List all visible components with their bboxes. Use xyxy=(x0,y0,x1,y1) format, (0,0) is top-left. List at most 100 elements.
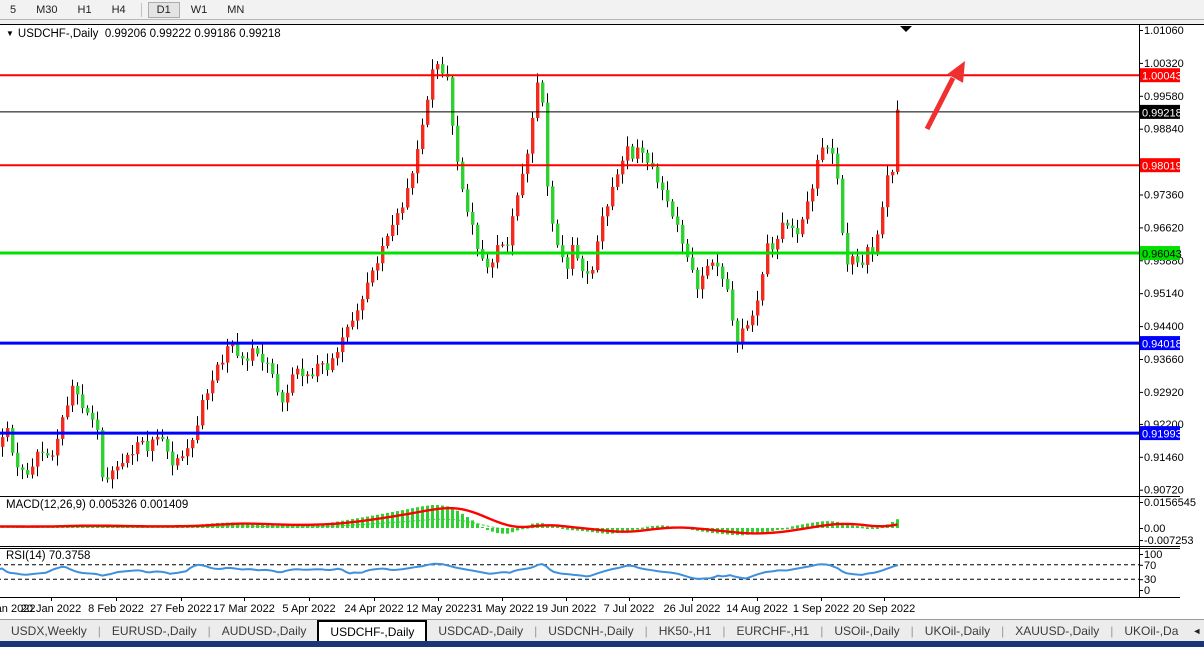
timeframe-button-h4[interactable]: H4 xyxy=(103,2,135,18)
macd-name: MACD(12,26,9) xyxy=(6,499,86,511)
candle-body xyxy=(341,337,344,352)
date-label[interactable]: 1 Sep 2022 xyxy=(793,603,849,615)
date-label[interactable]: 12 May 2022 xyxy=(406,603,470,615)
macd-histogram-bar xyxy=(511,528,514,532)
macd-histogram-bar xyxy=(466,517,469,528)
candle-body xyxy=(356,310,359,320)
candle-body xyxy=(336,352,339,358)
candle-body xyxy=(761,274,764,300)
candle-body xyxy=(706,266,709,276)
timeframe-button-d1[interactable]: D1 xyxy=(148,2,180,18)
candle-body xyxy=(306,375,309,377)
macd-axis-label: 0.00 xyxy=(1144,523,1165,535)
timeframe-button-5[interactable]: 5 xyxy=(1,2,25,18)
chart-tab-usdx-weekly[interactable]: USDX,Weekly xyxy=(0,620,98,642)
candle-body xyxy=(56,439,59,456)
candle-body xyxy=(741,328,744,342)
candle-body xyxy=(81,394,84,408)
candle-body xyxy=(216,365,219,381)
date-label[interactable]: 31 May 2022 xyxy=(470,603,534,615)
candle-body xyxy=(411,173,414,188)
macd-histogram-bar xyxy=(456,511,459,528)
chart-tab-ukoil-da[interactable]: UKOil-,Da xyxy=(1113,620,1189,642)
date-label[interactable]: 27 Feb 2022 xyxy=(150,603,212,615)
chart-tab-eurchf-h1[interactable]: EURCHF-,H1 xyxy=(726,620,821,642)
candle-body xyxy=(301,369,304,376)
rsi-axis-label: 70 xyxy=(1144,560,1156,572)
candle-body xyxy=(371,270,374,282)
candle-body xyxy=(181,456,184,458)
chart-tab-audusd-daily[interactable]: AUDUSD-,Daily xyxy=(211,620,318,642)
candle-body xyxy=(711,263,714,266)
candle-body xyxy=(646,153,649,163)
candle-body xyxy=(721,266,724,278)
candle-body xyxy=(841,179,844,233)
chart-tab-usoil-daily[interactable]: USOil-,Daily xyxy=(823,620,910,642)
chart-tab-eurusd-daily[interactable]: EURUSD-,Daily xyxy=(101,620,208,642)
candle-body xyxy=(631,146,634,158)
candle-body xyxy=(821,148,824,161)
candle-body xyxy=(311,375,314,377)
chart-tab-usdcnh-daily[interactable]: USDCNH-,Daily xyxy=(537,620,644,642)
candle-body xyxy=(191,440,194,448)
candle-body xyxy=(806,201,809,219)
candle-body xyxy=(51,455,54,456)
candle-body xyxy=(521,174,524,195)
candle-body xyxy=(536,83,539,118)
candle-body xyxy=(571,245,574,269)
candle-body xyxy=(566,257,569,269)
chart-tab-xauusd-daily[interactable]: XAUUSD-,Daily xyxy=(1004,620,1110,642)
candle-body xyxy=(16,453,19,468)
candle-body xyxy=(826,148,829,149)
timeframe-button-h1[interactable]: H1 xyxy=(69,2,101,18)
tab-scroll-left-icon[interactable]: ◄ xyxy=(1189,626,1204,636)
candle-body xyxy=(471,212,474,225)
candle-body xyxy=(241,356,244,359)
candle-body xyxy=(456,126,459,162)
macd-values: 0.005326 0.001409 xyxy=(89,499,188,511)
date-label[interactable]: 5 Apr 2022 xyxy=(282,603,335,615)
candle-body xyxy=(616,174,619,187)
macd-histogram-bar xyxy=(396,511,399,528)
date-label[interactable]: 7 Jul 2022 xyxy=(604,603,655,615)
chart-canvas[interactable]: 1.010601.003200.995800.988400.973600.966… xyxy=(0,24,1204,618)
candle-body xyxy=(131,454,134,455)
candle-body xyxy=(641,148,644,153)
timeframe-button-w1[interactable]: W1 xyxy=(182,2,217,18)
macd-histogram-bar xyxy=(646,527,649,528)
candle-body xyxy=(626,146,629,160)
date-label[interactable]: 26 Jul 2022 xyxy=(664,603,721,615)
macd-histogram-bar xyxy=(561,528,564,529)
symbol-dropdown-icon[interactable]: ▼ xyxy=(6,29,14,38)
candle-body xyxy=(671,201,674,216)
date-label[interactable]: 17 Mar 2022 xyxy=(213,603,275,615)
date-label[interactable]: 24 Apr 2022 xyxy=(344,603,403,615)
candle-body xyxy=(586,271,589,273)
candle-body xyxy=(621,161,624,175)
date-label[interactable]: 14 Aug 2022 xyxy=(726,603,788,615)
down-triangle-marker xyxy=(900,26,912,32)
candle-body xyxy=(141,441,144,442)
candle-body xyxy=(386,236,389,246)
candle-body xyxy=(506,245,509,246)
timeframe-button-m30[interactable]: M30 xyxy=(27,2,66,18)
chart-tab-usdchf-daily[interactable]: USDCHF-,Daily xyxy=(317,620,427,642)
date-label[interactable]: 20 Jan 2022 xyxy=(21,603,82,615)
chart-tab-usdcad-daily[interactable]: USDCAD-,Daily xyxy=(427,620,534,642)
candle-body xyxy=(696,270,699,289)
candle-body xyxy=(41,452,44,453)
candle-body xyxy=(511,216,514,245)
price-badge-label: 0.99218 xyxy=(1142,107,1182,119)
candle-body xyxy=(61,417,64,439)
candle-body xyxy=(46,453,49,455)
macd-histogram-bar xyxy=(386,513,389,528)
chart-tab-hk50-h1[interactable]: HK50-,H1 xyxy=(648,620,723,642)
y-axis-label: 0.99580 xyxy=(1144,91,1184,103)
macd-histogram-bar xyxy=(366,517,369,528)
y-axis-label: 0.92920 xyxy=(1144,387,1184,399)
date-label[interactable]: 19 Jun 2022 xyxy=(536,603,597,615)
chart-tab-ukoil-daily[interactable]: UKOil-,Daily xyxy=(914,620,1001,642)
date-label[interactable]: 20 Sep 2022 xyxy=(853,603,915,615)
timeframe-button-mn[interactable]: MN xyxy=(218,2,253,18)
date-label[interactable]: 8 Feb 2022 xyxy=(88,603,144,615)
